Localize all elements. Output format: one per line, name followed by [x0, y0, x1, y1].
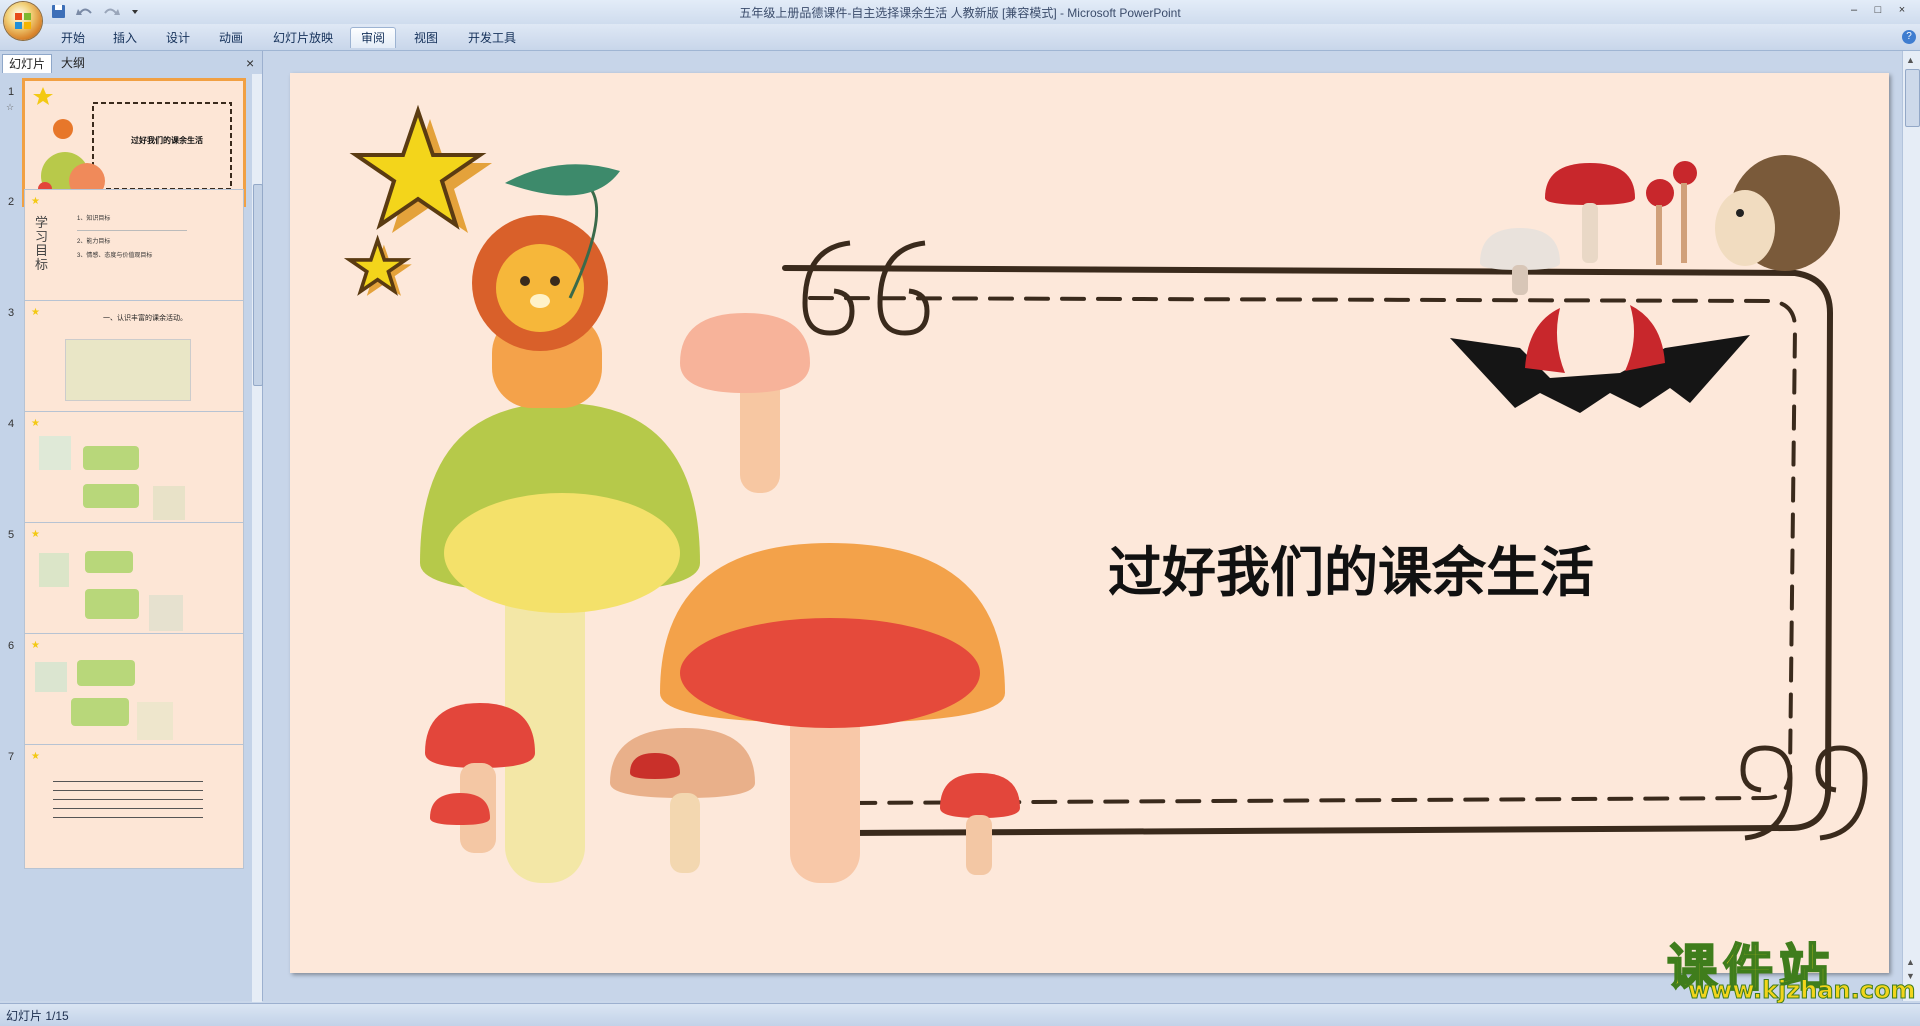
office-button[interactable]	[4, 2, 42, 40]
slide-number: 5	[8, 529, 15, 541]
star-icon	[349, 104, 492, 233]
thumbnail-5-image	[39, 553, 69, 587]
speech-bubble	[83, 446, 139, 470]
thumbnail-4-image	[153, 486, 185, 520]
help-icon[interactable]: ?	[1902, 30, 1916, 44]
star-icon: ★	[31, 751, 40, 762]
slide-title[interactable]: 过好我们的课余生活	[1108, 528, 1688, 607]
minimize-button[interactable]: –	[1843, 2, 1865, 18]
slide-number: 7	[8, 751, 15, 763]
close-button[interactable]: ×	[1891, 2, 1913, 18]
speech-bubble	[83, 484, 139, 508]
thumbnail-4-image	[39, 436, 71, 470]
pane-close-icon[interactable]: ×	[246, 55, 254, 71]
slide-thumbnail-7[interactable]: ★	[24, 744, 244, 869]
animation-star-icon: ☆	[6, 102, 15, 112]
tab-slides[interactable]: 幻灯片	[2, 54, 52, 73]
star-icon	[343, 234, 412, 296]
scrollbar-thumb[interactable]	[253, 184, 263, 386]
tab-review[interactable]: 审阅	[350, 27, 396, 48]
star-icon: ★	[31, 529, 40, 540]
tab-design[interactable]: 设计	[159, 28, 197, 48]
slides-pane-scrollbar[interactable]	[252, 74, 263, 1002]
thumbnail-3-title: 一、认识丰富的课余活动。	[103, 315, 187, 322]
thumbnail-7-lines	[53, 773, 203, 826]
maximize-button[interactable]: □	[1867, 2, 1889, 18]
speech-bubble	[71, 698, 129, 726]
speech-bubble	[77, 660, 135, 686]
star-icon: ★	[31, 196, 40, 207]
thumbnail-3-image	[65, 339, 191, 401]
slide-thumbnail-4[interactable]: ★	[24, 411, 244, 536]
main-scrollbar[interactable]: ▲ ▲ ▼	[1902, 51, 1920, 1001]
star-icon: ★	[31, 640, 40, 651]
thumbnail-6-image	[35, 662, 67, 692]
speech-bubble	[85, 551, 133, 573]
slide-indicator: 幻灯片 1/15	[6, 1009, 69, 1023]
tab-home[interactable]: 开始	[54, 28, 92, 48]
scrollbar-thumb[interactable]	[1905, 69, 1920, 127]
scroll-up-icon[interactable]: ▲	[1906, 55, 1915, 65]
lion-illustration	[472, 164, 620, 408]
prev-slide-icon[interactable]: ▲	[1906, 957, 1915, 967]
speech-bubble	[85, 589, 139, 619]
slide-thumbnail-3[interactable]: 一、认识丰富的课余活动。 ★	[24, 300, 244, 425]
thumbnail-2-body: 1、知识目标 2、能力目标 3、情感、态度与价值观目标	[77, 212, 187, 263]
slide-1[interactable]: 过好我们的课余生活	[290, 73, 1889, 973]
slide-thumbnail-5[interactable]: ★	[24, 522, 244, 647]
tab-insert[interactable]: 插入	[106, 28, 144, 48]
star-icon: ★	[31, 307, 40, 318]
slide-thumbnail-1[interactable]: 过好我们的课余生活	[22, 78, 246, 207]
office-logo-icon	[15, 13, 31, 29]
slide-thumbnail-2[interactable]: 学习目标 1、知识目标 2、能力目标 3、情感、态度与价值观目标 ★	[24, 189, 244, 314]
star-icon: ★	[31, 418, 40, 429]
slide-thumbnail-list[interactable]: 1 ☆ 过好我们的课余生活 2 学习目标 1、知识目标 2、能力目标 3、情感、…	[0, 74, 252, 1002]
watermark-url: www.kjzhan.com	[1687, 976, 1916, 1005]
thumbnail-1-title: 过好我们的课余生活	[131, 136, 203, 145]
open-quote-icon	[802, 240, 930, 336]
slide-artwork	[343, 104, 1868, 883]
tab-outline[interactable]: 大纲	[53, 54, 93, 72]
thumbnail-5-image	[149, 595, 183, 631]
tab-animation[interactable]: 动画	[212, 28, 250, 48]
slide-number: 4	[8, 418, 15, 430]
thumbnail-6-image	[137, 702, 173, 740]
slide-number: 2	[8, 196, 15, 208]
thumbnail-2-title: 学习目标	[35, 215, 49, 272]
slide-number: 6	[8, 640, 15, 652]
window-title: 五年级上册品德课件-自主选择课余生活 人教新版 [兼容模式] - Microso…	[739, 6, 1181, 20]
slide-thumbnail-6[interactable]: ★	[24, 633, 244, 758]
tab-slideshow[interactable]: 幻灯片放映	[266, 28, 340, 48]
bat-horns-illustration	[1450, 305, 1750, 413]
tab-view[interactable]: 视图	[407, 28, 445, 48]
slide-number: 3	[8, 307, 15, 319]
slide-number: 1	[8, 86, 15, 98]
status-bar	[0, 1003, 1920, 1026]
tab-developer[interactable]: 开发工具	[462, 28, 522, 48]
